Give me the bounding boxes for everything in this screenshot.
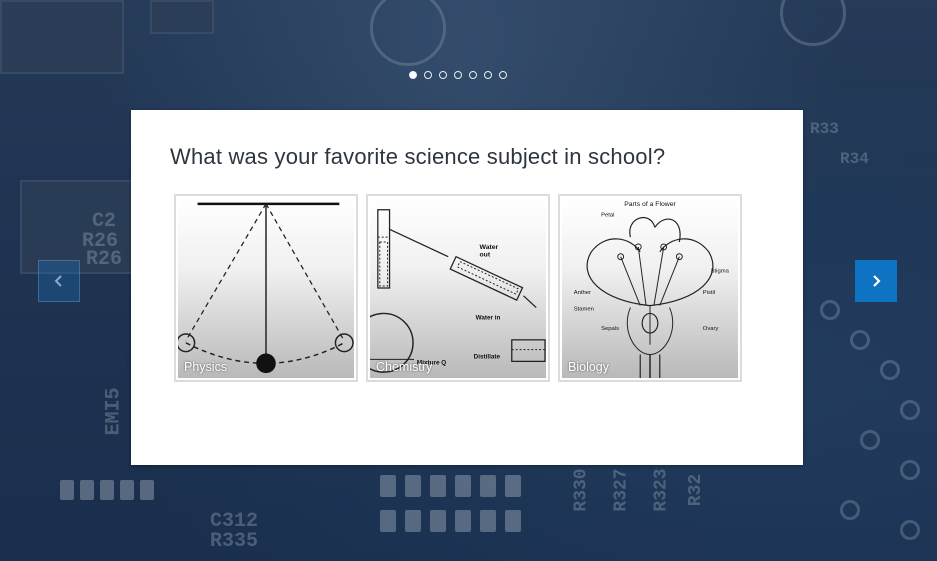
pendulum-image: Physics — [178, 198, 354, 378]
chevron-left-icon — [54, 275, 62, 287]
distillation-image: Water out Water in Distillate Mixture Q … — [370, 198, 546, 378]
pager-dot[interactable] — [424, 71, 432, 79]
choice-chemistry[interactable]: Water out Water in Distillate Mixture Q … — [366, 194, 550, 382]
choice-label: Physics — [184, 360, 228, 374]
choice-label: Chemistry — [376, 360, 433, 374]
flower-title: Parts of a Flower — [624, 201, 676, 208]
svg-text:out: out — [480, 252, 491, 259]
pager-dot[interactable] — [454, 71, 462, 79]
svg-text:Water: Water — [480, 244, 499, 251]
chevron-right-icon — [873, 275, 881, 287]
svg-text:Ovary: Ovary — [703, 326, 719, 332]
flower-image: Parts of a Flower Petal Stigma Anther St… — [562, 198, 738, 378]
svg-text:Pistil: Pistil — [703, 290, 715, 296]
question-card: What was your favorite science subject i… — [131, 110, 803, 465]
svg-text:Stamen: Stamen — [574, 306, 594, 312]
svg-text:Anther: Anther — [574, 290, 591, 296]
pager-dot[interactable] — [499, 71, 507, 79]
choice-biology[interactable]: Parts of a Flower Petal Stigma Anther St… — [558, 194, 742, 382]
distillate-label: Distillate — [474, 353, 501, 360]
svg-text:Sepals: Sepals — [601, 326, 619, 332]
choice-label: Biology — [568, 360, 609, 374]
svg-text:Stigma: Stigma — [711, 268, 730, 274]
pager-dot[interactable] — [439, 71, 447, 79]
pager-dot[interactable] — [484, 71, 492, 79]
previous-slide-button[interactable] — [38, 260, 80, 302]
choice-physics[interactable]: Physics — [174, 194, 358, 382]
water-in-label: Water in — [476, 314, 501, 321]
slide-pager — [409, 71, 507, 79]
next-slide-button[interactable] — [855, 260, 897, 302]
question-text: What was your favorite science subject i… — [170, 144, 666, 169]
pager-dot[interactable] — [469, 71, 477, 79]
answer-choices: Physics Water out Water in Distillate Mi… — [174, 194, 742, 382]
pager-dot[interactable] — [409, 71, 417, 79]
svg-text:Petal: Petal — [601, 213, 614, 219]
